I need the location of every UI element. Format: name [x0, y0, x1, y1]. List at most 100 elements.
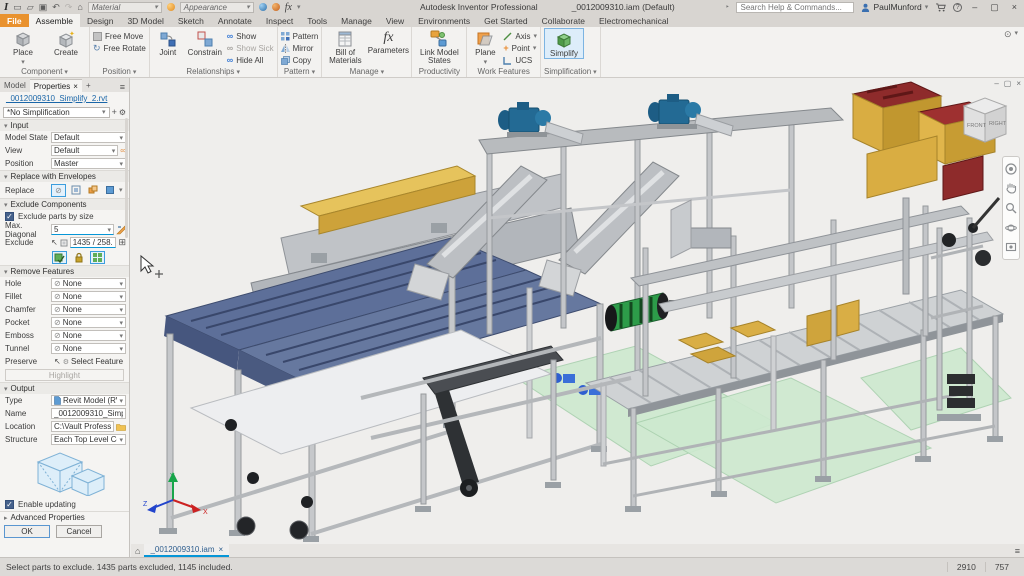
new-file-icon[interactable]: ▭: [13, 2, 22, 12]
exclude-selection-field[interactable]: 1435 / 258...: [70, 237, 117, 248]
section-exclude[interactable]: ▾Exclude Components: [0, 198, 129, 210]
show-sick-button[interactable]: ∞Show Sick: [227, 43, 274, 53]
clear-appearance-icon[interactable]: [272, 3, 280, 11]
group-label-component[interactable]: Component▾: [3, 66, 86, 77]
output-type-select[interactable]: Revit Model (RVT▾: [51, 395, 126, 406]
appearance-dropdown[interactable]: Appearance ▾: [180, 2, 254, 13]
output-name-input[interactable]: _0012009310_Simplify_2: [51, 408, 126, 419]
tab-tools[interactable]: Tools: [300, 14, 334, 27]
lock-parts-button[interactable]: [71, 251, 86, 264]
tab-get-started[interactable]: Get Started: [477, 14, 534, 27]
simplification-select[interactable]: *No Simplification ▾: [3, 107, 110, 118]
grid-view-button[interactable]: [90, 251, 105, 264]
document-tab[interactable]: _0012009310.iam ×: [144, 544, 229, 557]
view-cube[interactable]: FRONT RIGHT: [954, 92, 1016, 156]
tab-annotate[interactable]: Annotate: [211, 14, 259, 27]
tab-environments[interactable]: Environments: [411, 14, 477, 27]
window-restore-button[interactable]: ▢: [987, 2, 1002, 13]
navigation-wheel-icon[interactable]: [1005, 163, 1017, 175]
position-select[interactable]: Master▾: [51, 158, 126, 169]
axis-button[interactable]: Axis▾: [503, 31, 537, 41]
link-model-states-button[interactable]: Link Model States: [415, 28, 463, 66]
tab-collaborate[interactable]: Collaborate: [535, 14, 592, 27]
search-flyout-icon[interactable]: ‣: [725, 3, 729, 11]
envelope-each-component-button[interactable]: [85, 184, 100, 197]
group-label-manage[interactable]: Manage▾: [325, 66, 408, 77]
orbit-icon[interactable]: [1005, 222, 1017, 234]
group-label-position[interactable]: Position▾: [93, 66, 146, 77]
save-icon[interactable]: ▣: [39, 2, 48, 12]
assembly-3d-model[interactable]: [131, 78, 1024, 544]
plane-button[interactable]: Plane ▾: [470, 28, 500, 66]
qat-customize-icon[interactable]: ▾: [297, 3, 301, 11]
bill-of-materials-button[interactable]: Bill of Materials: [325, 28, 365, 66]
free-rotate-button[interactable]: ↻Free Rotate: [93, 43, 146, 53]
free-move-button[interactable]: Free Move: [93, 31, 146, 41]
joint-button[interactable]: Joint: [153, 28, 183, 57]
green-drum[interactable]: [605, 293, 679, 331]
parameters-button[interactable]: fx Parameters: [368, 28, 408, 55]
redo-icon[interactable]: ↷: [65, 2, 73, 12]
pocket-select[interactable]: ⊘None▾: [51, 317, 126, 328]
hole-select[interactable]: ⊘None▾: [51, 278, 126, 289]
home-tab-icon[interactable]: ⌂: [135, 546, 140, 556]
group-label-simplification[interactable]: Simplification▾: [544, 66, 597, 77]
pattern-button[interactable]: Pattern: [281, 31, 319, 41]
undo-icon[interactable]: ↶: [52, 2, 60, 12]
material-dropdown[interactable]: Material ▾: [88, 2, 162, 13]
view-cube-front-label[interactable]: FRONT: [967, 123, 987, 129]
tab-view[interactable]: View: [379, 14, 411, 27]
envelope-each-part-button[interactable]: [68, 184, 83, 197]
tab-3d-model[interactable]: 3D Model: [120, 14, 170, 27]
add-panel-tab-button[interactable]: +: [82, 79, 95, 92]
group-label-relationships[interactable]: Relationships▾: [153, 66, 274, 77]
tab-manage[interactable]: Manage: [334, 14, 379, 27]
view-select[interactable]: Default▾: [51, 145, 118, 156]
tab-properties[interactable]: Properties×: [30, 79, 82, 92]
selection-grid-icon[interactable]: ⊞: [118, 237, 126, 248]
appearance-ball-icon[interactable]: [167, 3, 175, 11]
panel-menu-icon[interactable]: ≡: [116, 82, 129, 92]
show-button[interactable]: ∞Show: [227, 31, 274, 41]
tab-sketch[interactable]: Sketch: [171, 14, 211, 27]
adjust-icon[interactable]: [259, 3, 267, 11]
output-structure-select[interactable]: Each Top Level Comp...▾: [51, 434, 126, 445]
add-simplification-button[interactable]: +: [112, 107, 117, 117]
group-label-pattern[interactable]: Pattern▾: [281, 66, 319, 77]
group-label-work-features[interactable]: Work Features: [470, 66, 537, 77]
ribbon-toggle-icon[interactable]: ⊙: [1004, 29, 1012, 40]
search-input[interactable]: [736, 2, 854, 13]
fillet-select[interactable]: ⊘None▾: [51, 291, 126, 302]
create-button[interactable]: ✦ Create: [46, 28, 86, 57]
tab-inspect[interactable]: Inspect: [259, 14, 300, 27]
group-label-productivity[interactable]: Productivity: [415, 66, 463, 77]
cart-icon[interactable]: [935, 3, 946, 12]
chevron-down-icon[interactable]: ▾: [1014, 29, 1018, 37]
ucs-button[interactable]: UCS: [503, 55, 537, 65]
home-icon[interactable]: ⌂: [77, 2, 82, 12]
tab-assemble[interactable]: Assemble: [29, 14, 80, 27]
zoom-icon[interactable]: [1005, 202, 1017, 214]
viewport[interactable]: – ▢ × FRONT RIGHT Y X Z: [131, 78, 1024, 544]
close-icon[interactable]: ×: [219, 545, 224, 554]
tab-design[interactable]: Design: [80, 14, 120, 27]
point-button[interactable]: +Point▾: [503, 43, 537, 53]
include-parts-button[interactable]: [52, 251, 67, 264]
look-at-icon[interactable]: [1005, 241, 1017, 253]
doc-minimize-icon[interactable]: –: [994, 79, 998, 88]
highlight-button[interactable]: Highlight: [5, 369, 124, 381]
settings-gear-icon[interactable]: ⚙: [119, 108, 126, 117]
tab-file[interactable]: File: [0, 14, 29, 27]
section-output[interactable]: ▾Output: [0, 382, 129, 394]
section-remove-features[interactable]: ▾Remove Features: [0, 265, 129, 277]
tunnel-select[interactable]: ⊘None▾: [51, 343, 126, 354]
doc-restore-icon[interactable]: ▢: [1004, 79, 1012, 88]
chevron-down-icon[interactable]: ▾: [119, 186, 123, 194]
mirror-button[interactable]: Mirror: [281, 43, 319, 53]
open-file-icon[interactable]: ▱: [27, 2, 34, 12]
ok-button[interactable]: OK: [4, 525, 50, 538]
constrain-button[interactable]: Constrain: [186, 28, 224, 57]
user-account[interactable]: PaulMunford ▾: [861, 2, 928, 12]
cancel-button[interactable]: Cancel: [56, 525, 102, 538]
place-button[interactable]: Place ▾: [3, 28, 43, 66]
